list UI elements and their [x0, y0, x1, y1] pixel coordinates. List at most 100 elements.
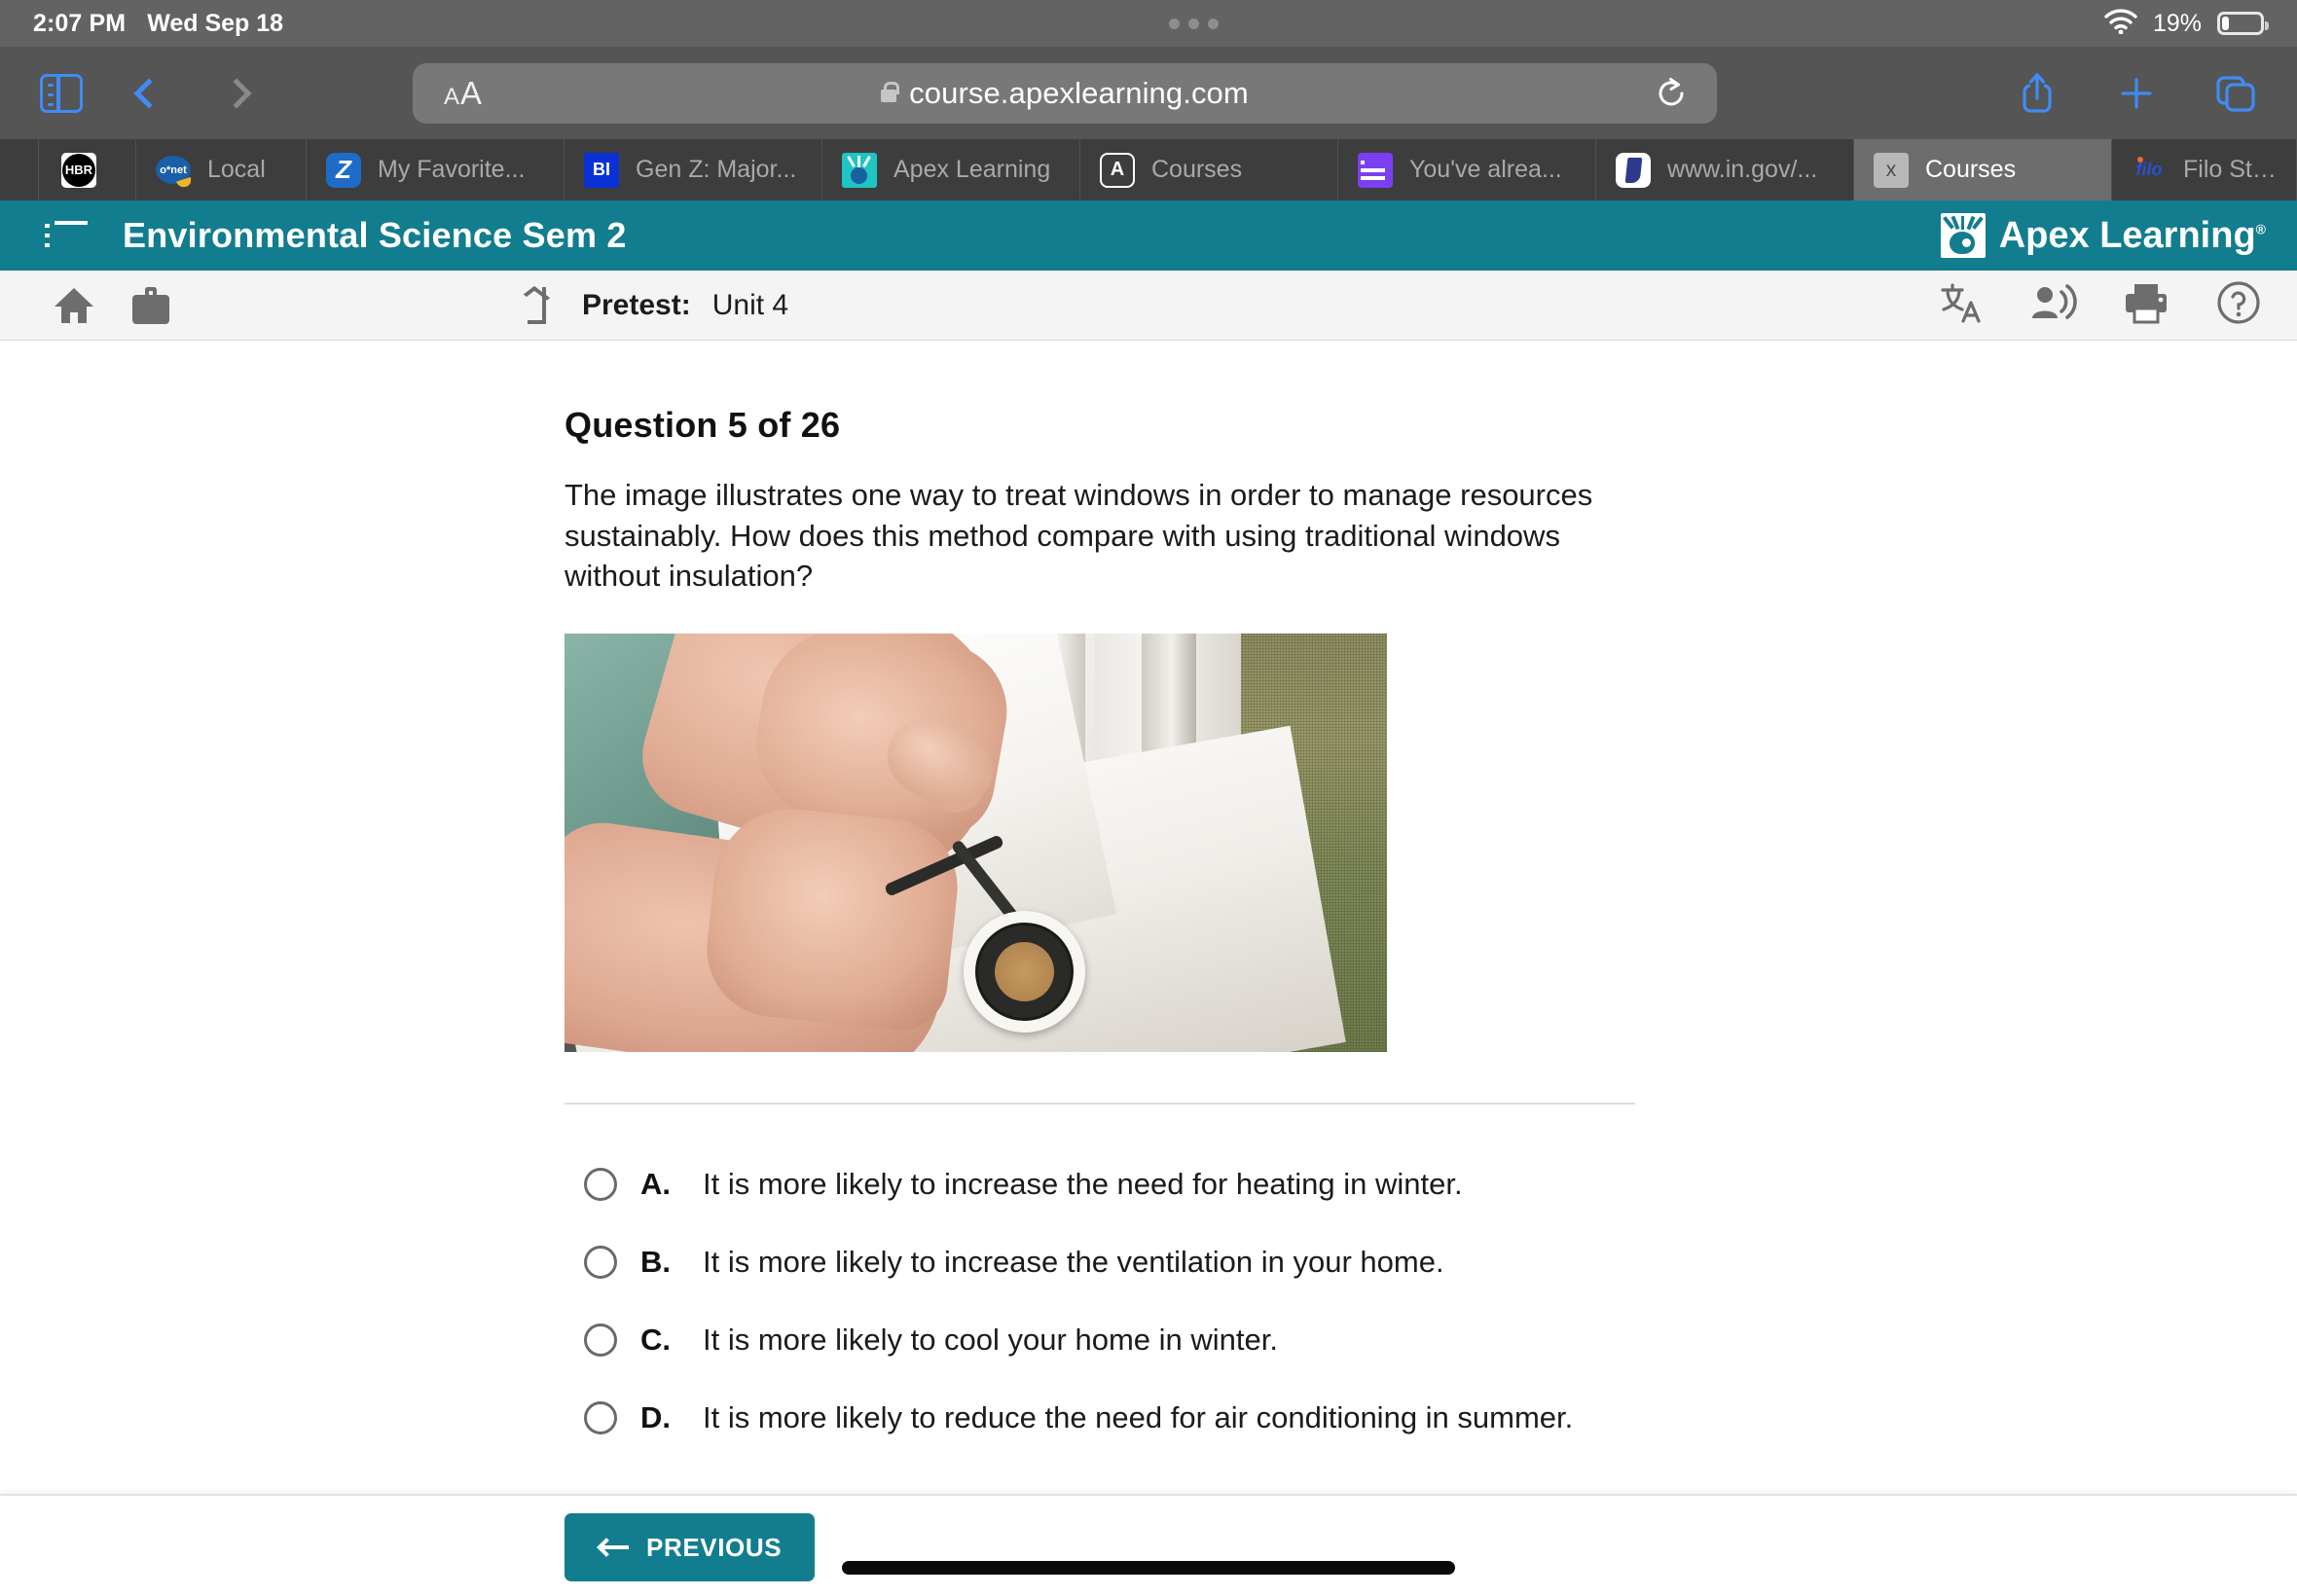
tab-label: You've alrea... [1409, 156, 1562, 183]
share-button[interactable] [2005, 61, 2069, 126]
choice-letter: A. [640, 1166, 671, 1201]
radio-button-b[interactable] [584, 1245, 617, 1279]
choice-text: It is more likely to increase the need f… [703, 1166, 1463, 1201]
sidebar-toggle-button[interactable] [29, 61, 93, 126]
reader-large-a: A [460, 74, 483, 111]
reload-icon [1659, 77, 1684, 105]
status-bar-center-dots [283, 18, 2104, 29]
browser-tab-youve-already[interactable]: You've alrea... [1338, 139, 1596, 200]
page-title: Environmental Science Sem 2 [123, 215, 627, 255]
address-bar-url: course.apexlearning.com [909, 75, 1249, 110]
list-icon [1358, 152, 1393, 188]
choice-text: It is more likely to cool your home in w… [703, 1322, 1278, 1357]
choice-text: It is more likely to reduce the need for… [703, 1399, 1574, 1434]
browser-tab-in-gov[interactable]: www.in.gov/... [1596, 139, 1854, 200]
question-content: Question 5 of 26 The image illustrates o… [0, 341, 2297, 1457]
brand-name: Apex Learning® [1999, 215, 2266, 257]
onet-icon: o*net [156, 153, 191, 188]
letter-a-icon: A [1100, 152, 1135, 188]
browser-tab-apex-learning[interactable]: Apex Learning [822, 139, 1080, 200]
browser-tab-my-favorite[interactable]: Z My Favorite... [307, 139, 565, 200]
status-bar-right: 19% [2104, 8, 2269, 39]
sidebar-toggle-icon [40, 73, 83, 113]
breadcrumb-label: Pretest: [582, 288, 691, 321]
radio-button-c[interactable] [584, 1323, 617, 1357]
breadcrumb-value: Unit 4 [711, 288, 789, 321]
recording-dots [1169, 18, 1219, 29]
reload-button[interactable] [1655, 77, 1688, 110]
status-bar-left: 2:07 PM Wed Sep 18 [33, 10, 283, 38]
choice-letter: B. [640, 1244, 671, 1279]
home-icon[interactable] [55, 287, 93, 323]
battery-icon [2217, 12, 2269, 35]
plus-icon [2121, 77, 2152, 109]
forward-button[interactable] [204, 61, 269, 126]
tabs-overview-icon [2216, 75, 2255, 112]
activity-toolbar-left [55, 286, 169, 324]
read-aloud-icon[interactable] [2028, 281, 2077, 329]
brand-name-text: Apex Learning [1998, 214, 2256, 256]
tab-label: Courses [1925, 156, 2017, 183]
answer-choice-d[interactable]: D. It is more likely to reduce the need … [584, 1379, 1645, 1457]
wifi-icon [2104, 8, 2137, 39]
question-column: Question 5 of 26 The image illustrates o… [565, 405, 1645, 1457]
browser-tab-courses-active[interactable]: x Courses [1854, 139, 2112, 200]
browser-tab-local[interactable]: o*net Local [136, 139, 307, 200]
breadcrumb: Pretest: Unit 4 [523, 285, 789, 324]
choice-letter: C. [640, 1322, 671, 1357]
activity-toolbar-right [1939, 279, 2262, 331]
print-icon[interactable] [2122, 281, 2170, 329]
share-icon [2023, 72, 2052, 113]
up-level-arrow-icon[interactable] [523, 285, 561, 324]
briefcase-icon[interactable] [132, 286, 169, 324]
activity-toolbar: Pretest: Unit 4 [0, 271, 2297, 341]
lock-icon [881, 81, 900, 102]
answer-choice-a[interactable]: A. It is more likely to increase the nee… [584, 1145, 1645, 1223]
chevron-left-icon [133, 77, 164, 109]
apex-learning-logo-icon [1940, 213, 1986, 258]
tabs-overview-button[interactable] [2204, 61, 2268, 126]
filo-icon: filo [2132, 153, 2167, 188]
address-bar[interactable]: AA course.apexlearning.com [413, 62, 1717, 124]
x-icon: x [1874, 152, 1909, 188]
brand-logo: Apex Learning® [1940, 213, 2266, 258]
browser-tab-bar: HBR o*net Local Z My Favorite... BI Gen … [0, 139, 2297, 200]
question-image [565, 633, 1387, 1052]
hbr-icon: HBR [61, 152, 96, 188]
previous-button-label: PREVIOUS [646, 1532, 783, 1562]
activity-footer: PREVIOUS [0, 1494, 2297, 1596]
business-insider-icon: BI [584, 152, 619, 188]
reader-text-size-button[interactable]: AA [444, 75, 482, 112]
browser-tab-hbr[interactable]: HBR [39, 139, 136, 200]
status-bar-date: Wed Sep 18 [147, 9, 284, 37]
app-header: Environmental Science Sem 2 Apex Learnin… [0, 200, 2297, 271]
radio-button-d[interactable] [584, 1400, 617, 1434]
translate-icon[interactable] [1939, 280, 1984, 330]
browser-toolbar: AA course.apexlearning.com [0, 47, 2297, 139]
answer-choice-c[interactable]: C. It is more likely to cool your home i… [584, 1301, 1645, 1379]
tab-label: My Favorite... [378, 156, 526, 183]
content-divider [565, 1102, 1635, 1105]
battery-percent: 19% [2152, 9, 2202, 37]
ios-status-bar: 2:07 PM Wed Sep 18 19% [0, 0, 2297, 47]
hamburger-menu-icon[interactable] [45, 221, 88, 250]
choice-text: It is more likely to increase the ventil… [703, 1244, 1444, 1279]
answer-choice-b[interactable]: B. It is more likely to increase the ven… [584, 1223, 1645, 1301]
radio-button-a[interactable] [584, 1167, 617, 1201]
back-button[interactable] [117, 61, 181, 126]
question-prompt: The image illustrates one way to treat w… [565, 478, 1593, 594]
browser-tab-courses-1[interactable]: A Courses [1080, 139, 1338, 200]
new-tab-button[interactable] [2104, 61, 2169, 126]
browser-tab-filo-student[interactable]: filo Filo Student:... [2112, 139, 2297, 200]
browser-tab-gen-z[interactable]: BI Gen Z: Major... [565, 139, 822, 200]
reader-small-a: A [444, 83, 460, 110]
chevron-right-icon [221, 77, 252, 109]
help-icon[interactable] [2215, 279, 2262, 331]
choice-letter: D. [640, 1399, 671, 1434]
arrow-left-icon [597, 1537, 629, 1558]
status-bar-time: 2:07 PM [33, 9, 127, 37]
answer-choices: A. It is more likely to increase the nee… [584, 1145, 1645, 1457]
question-heading: Question 5 of 26 [565, 405, 841, 445]
address-bar-content: course.apexlearning.com [413, 76, 1717, 111]
previous-button[interactable]: PREVIOUS [565, 1513, 816, 1581]
